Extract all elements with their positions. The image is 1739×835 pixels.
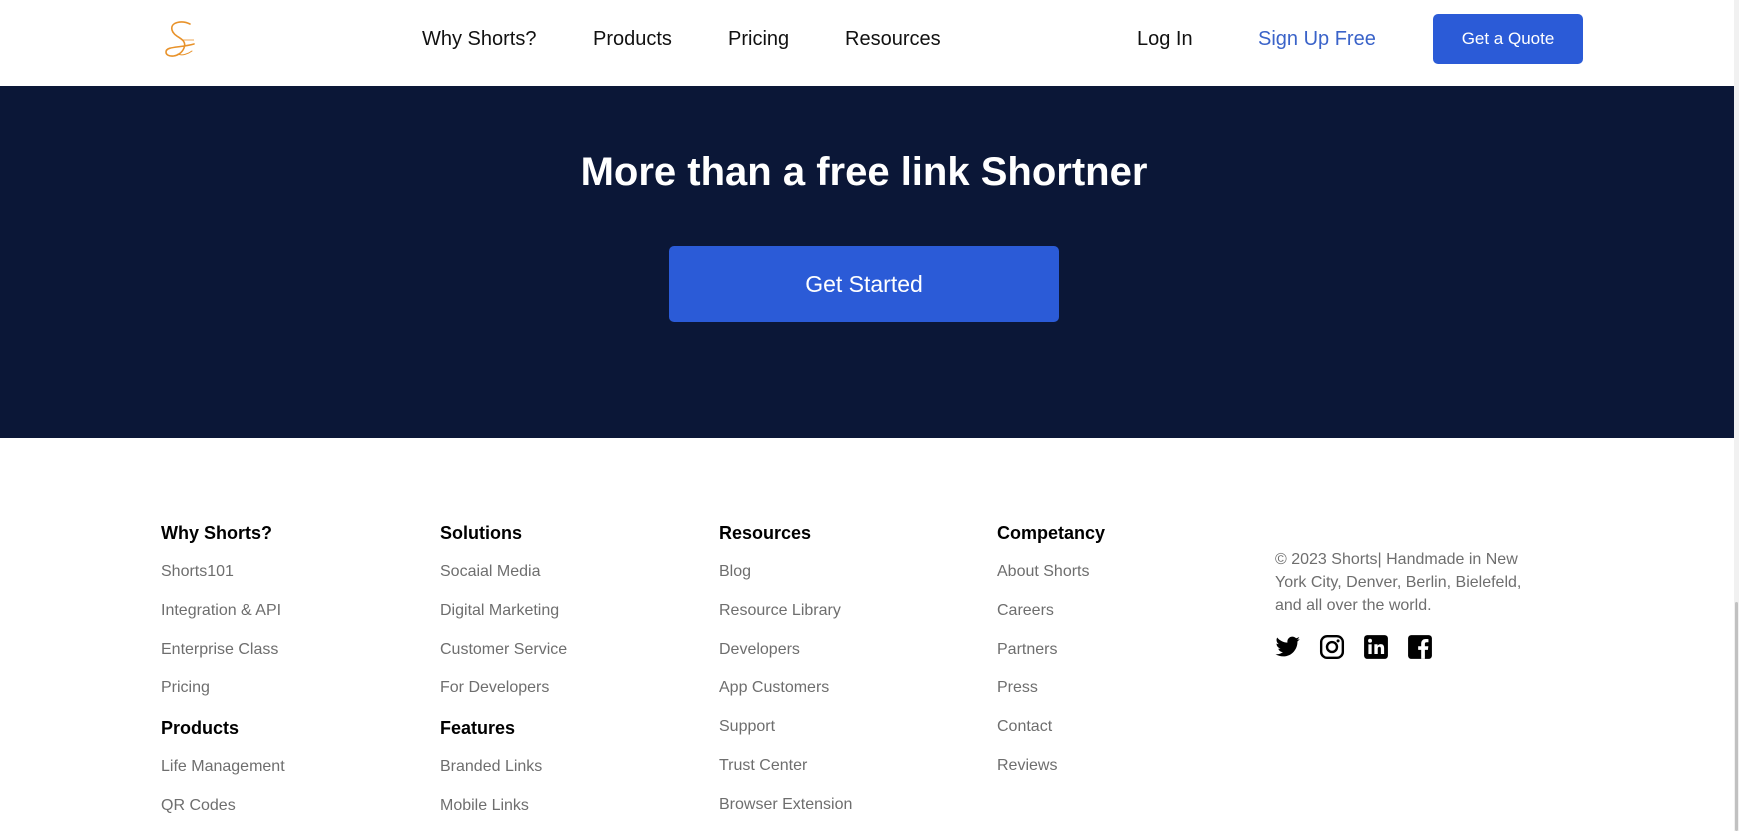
nav-why-shorts[interactable]: Why Shorts? bbox=[422, 26, 536, 52]
footer-heading-solutions: Solutions bbox=[440, 523, 522, 543]
footer-link-trust-center[interactable]: Trust Center bbox=[719, 756, 852, 776]
social-links bbox=[1275, 634, 1433, 660]
instagram-icon[interactable] bbox=[1319, 634, 1345, 660]
footer-link-support[interactable]: Support bbox=[719, 717, 852, 737]
footer-link-app-customers[interactable]: App Customers bbox=[719, 678, 852, 698]
footer-link-qr-codes[interactable]: QR Codes bbox=[161, 796, 285, 816]
nav-resources[interactable]: Resources bbox=[845, 26, 941, 52]
footer-link-digital-marketing[interactable]: Digital Marketing bbox=[440, 601, 567, 621]
nav-pricing[interactable]: Pricing bbox=[728, 26, 789, 52]
scrollbar-thumb[interactable] bbox=[1735, 602, 1738, 831]
footer-link-branded-links[interactable]: Branded Links bbox=[440, 757, 567, 777]
footer-column-4: Competancy About Shorts Careers Partners… bbox=[997, 522, 1105, 795]
footer-link-press[interactable]: Press bbox=[997, 678, 1105, 698]
signup-link[interactable]: Sign Up Free bbox=[1258, 26, 1376, 52]
login-link[interactable]: Log In bbox=[1137, 26, 1193, 52]
hero-title: More than a free link Shortner bbox=[580, 150, 1148, 194]
footer-heading-resources: Resources bbox=[719, 523, 812, 543]
facebook-icon[interactable] bbox=[1407, 634, 1433, 660]
footer-heading-products: Products bbox=[161, 718, 240, 739]
footer-heading-competancy: Competancy bbox=[997, 523, 1106, 543]
footer-link-browser-extension[interactable]: Browser Extension bbox=[719, 795, 852, 815]
footer-link-partners[interactable]: Partners bbox=[997, 640, 1105, 660]
footer-link-customer-service[interactable]: Customer Service bbox=[440, 640, 567, 660]
footer-link-contact[interactable]: Contact bbox=[997, 717, 1105, 737]
footer-link-reviews[interactable]: Reviews bbox=[997, 756, 1105, 776]
footer-column-1: Why Shorts? Shorts101 Integration & API … bbox=[161, 522, 285, 835]
get-quote-button[interactable]: Get a Quote bbox=[1433, 14, 1583, 64]
nav-products[interactable]: Products bbox=[593, 26, 672, 52]
hero-banner: More than a free link Shortner Get Start… bbox=[0, 86, 1734, 438]
linkedin-icon[interactable] bbox=[1363, 634, 1389, 660]
footer-link-careers[interactable]: Careers bbox=[997, 601, 1105, 621]
footer-link-social-media[interactable]: Socaial Media bbox=[440, 562, 567, 582]
footer-link-enterprise-class[interactable]: Enterprise Class bbox=[161, 640, 285, 660]
footer-heading-features: Features bbox=[440, 718, 516, 739]
footer: Why Shorts? Shorts101 Integration & API … bbox=[0, 438, 1734, 831]
footer-column-2: Solutions Socaial Media Digital Marketin… bbox=[440, 522, 567, 835]
footer-link-developers[interactable]: Developers bbox=[719, 640, 852, 660]
footer-link-shorts101[interactable]: Shorts101 bbox=[161, 562, 285, 582]
footer-column-3: Resources Blog Resource Library Develope… bbox=[719, 522, 852, 834]
twitter-icon[interactable] bbox=[1275, 634, 1301, 660]
footer-link-for-developers[interactable]: For Developers bbox=[440, 678, 567, 698]
footer-heading-why-shorts: Why Shorts? bbox=[161, 523, 272, 543]
footer-link-pricing[interactable]: Pricing bbox=[161, 678, 285, 698]
footer-link-life-management[interactable]: Life Management bbox=[161, 757, 285, 777]
page: Why Shorts? Products Pricing Resources L… bbox=[0, 0, 1734, 831]
footer-link-mobile-links[interactable]: Mobile Links bbox=[440, 796, 567, 816]
footer-link-resource-library[interactable]: Resource Library bbox=[719, 601, 852, 621]
footer-link-about-shorts[interactable]: About Shorts bbox=[997, 562, 1105, 582]
top-navbar: Why Shorts? Products Pricing Resources L… bbox=[0, 0, 1734, 86]
footer-link-integration-api[interactable]: Integration & API bbox=[161, 601, 285, 621]
get-started-button[interactable]: Get Started bbox=[669, 246, 1059, 322]
footer-link-blog[interactable]: Blog bbox=[719, 562, 852, 582]
shorts-logo-icon[interactable] bbox=[160, 18, 202, 62]
copyright-text: © 2023 Shorts| Handmade in New York City… bbox=[1275, 551, 1522, 614]
